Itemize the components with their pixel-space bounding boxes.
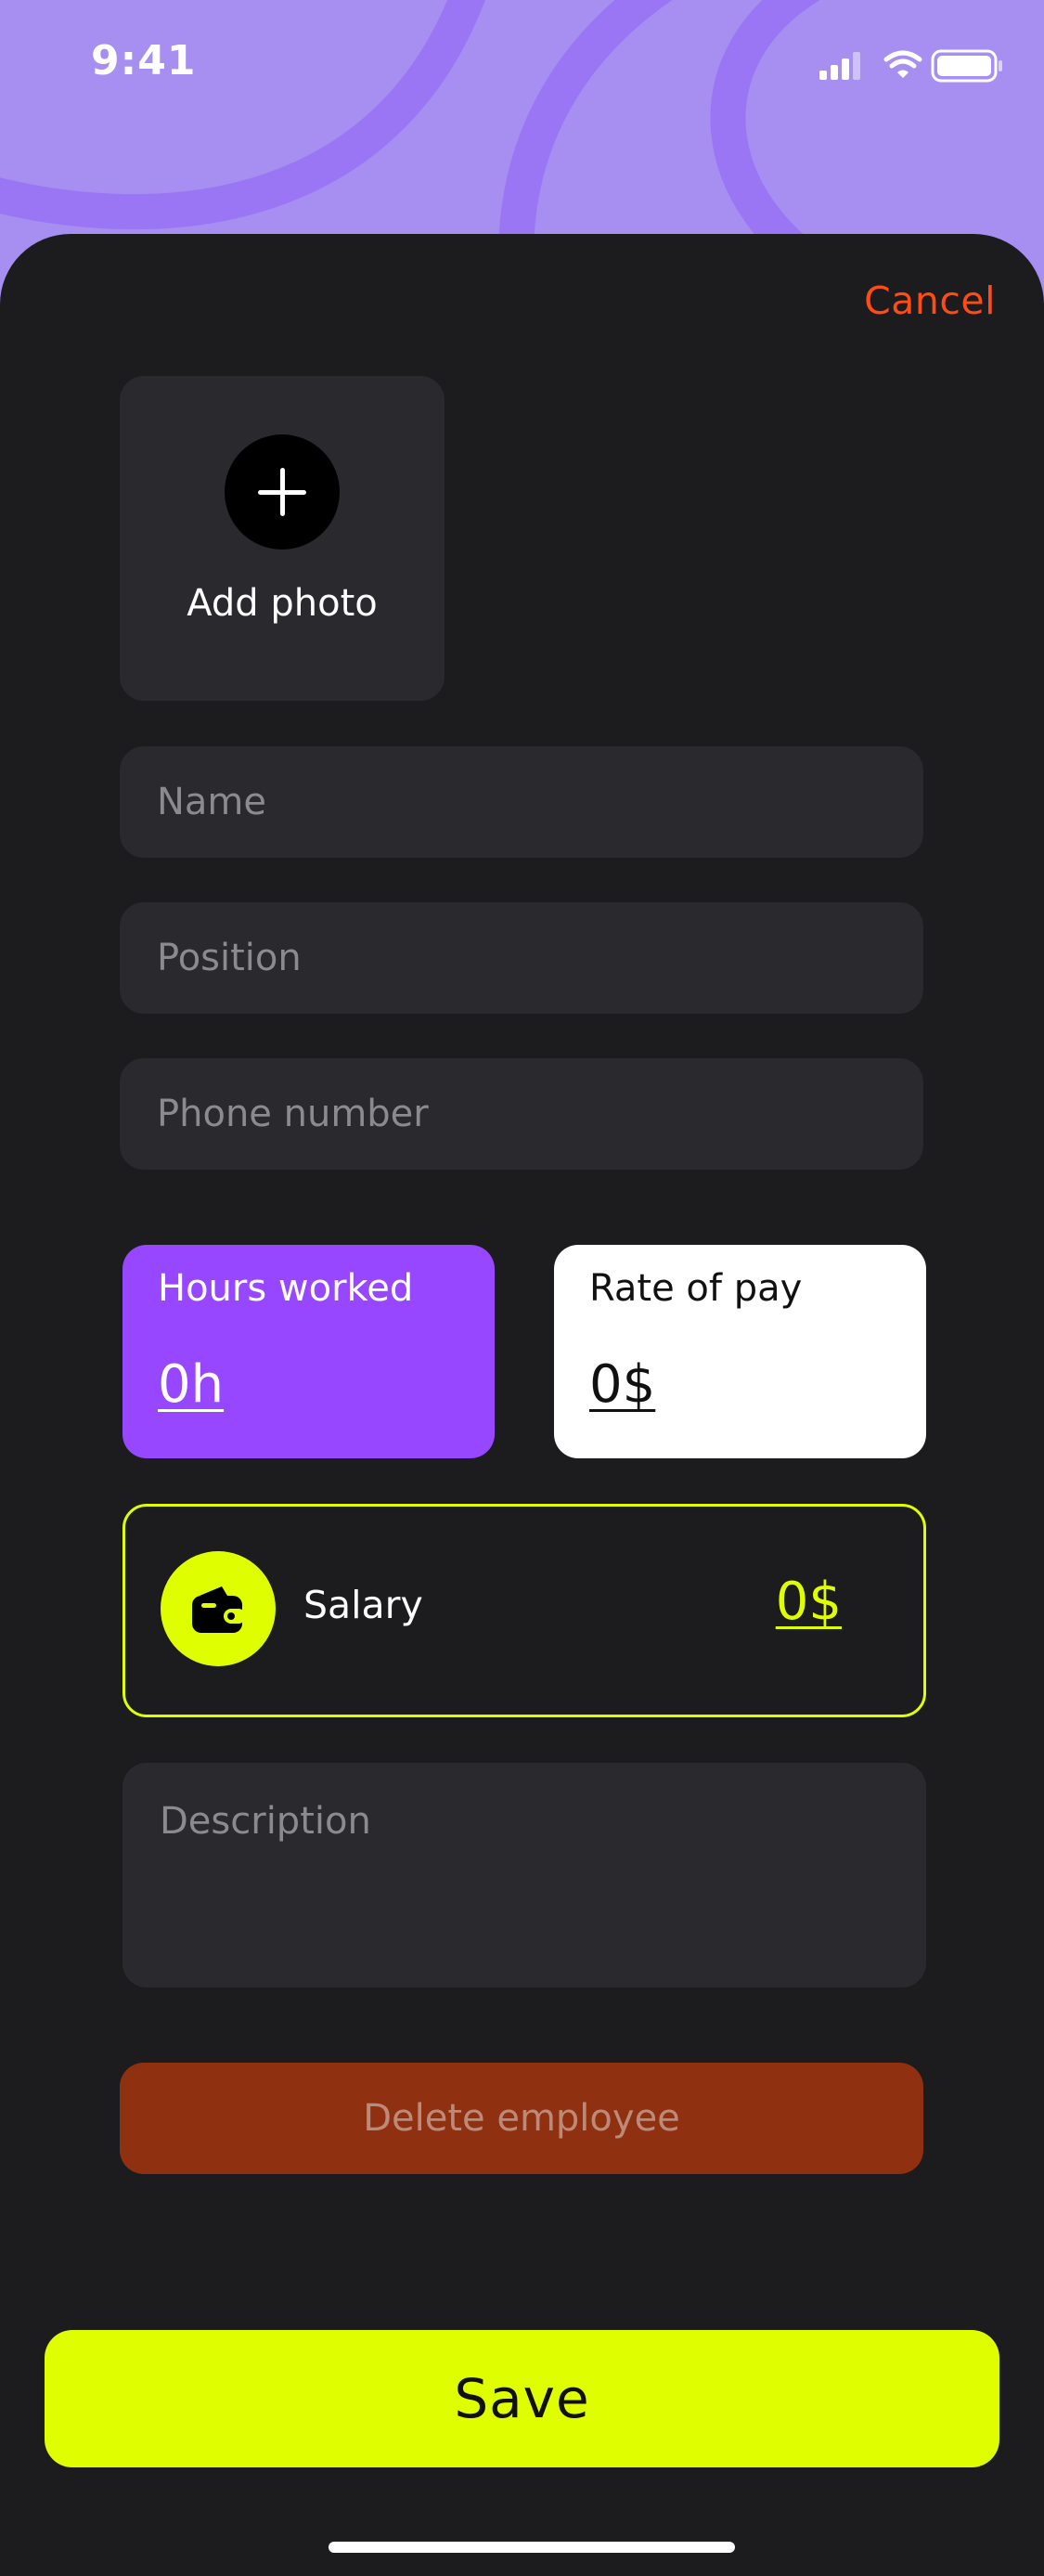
status-icons [819, 48, 1005, 85]
salary-card: Salary 0$ [122, 1504, 926, 1717]
salary-label: Salary [303, 1583, 423, 1627]
save-button[interactable]: Save [45, 2330, 999, 2467]
salary-value: 0$ [775, 1572, 842, 1632]
status-bar: 9:41 [0, 0, 1044, 130]
plus-icon [225, 434, 340, 550]
add-photo-button[interactable]: Add photo [120, 376, 445, 701]
rate-of-pay-label: Rate of pay [589, 1267, 803, 1310]
battery-icon [931, 49, 1002, 83]
rate-of-pay-card[interactable]: Rate of pay 0$ [554, 1245, 926, 1458]
cellular-signal-icon [819, 52, 860, 80]
phone-number-input[interactable]: Phone number [120, 1058, 923, 1170]
home-indicator [329, 2542, 735, 2553]
status-time: 9:41 [91, 37, 197, 84]
delete-employee-button[interactable]: Delete employee [120, 2063, 923, 2174]
name-input[interactable]: Name [120, 746, 923, 858]
hours-worked-label: Hours worked [158, 1267, 414, 1310]
hours-worked-card[interactable]: Hours worked 0h [122, 1245, 495, 1458]
add-photo-label: Add photo [187, 582, 378, 625]
wallet-icon [161, 1551, 276, 1666]
rate-of-pay-value[interactable]: 0$ [589, 1354, 655, 1415]
wifi-icon [883, 50, 922, 78]
hours-worked-value[interactable]: 0h [158, 1354, 224, 1415]
position-input[interactable]: Position [120, 902, 923, 1014]
description-input[interactable]: Description [122, 1763, 926, 1987]
cancel-button[interactable]: Cancel [864, 278, 996, 323]
